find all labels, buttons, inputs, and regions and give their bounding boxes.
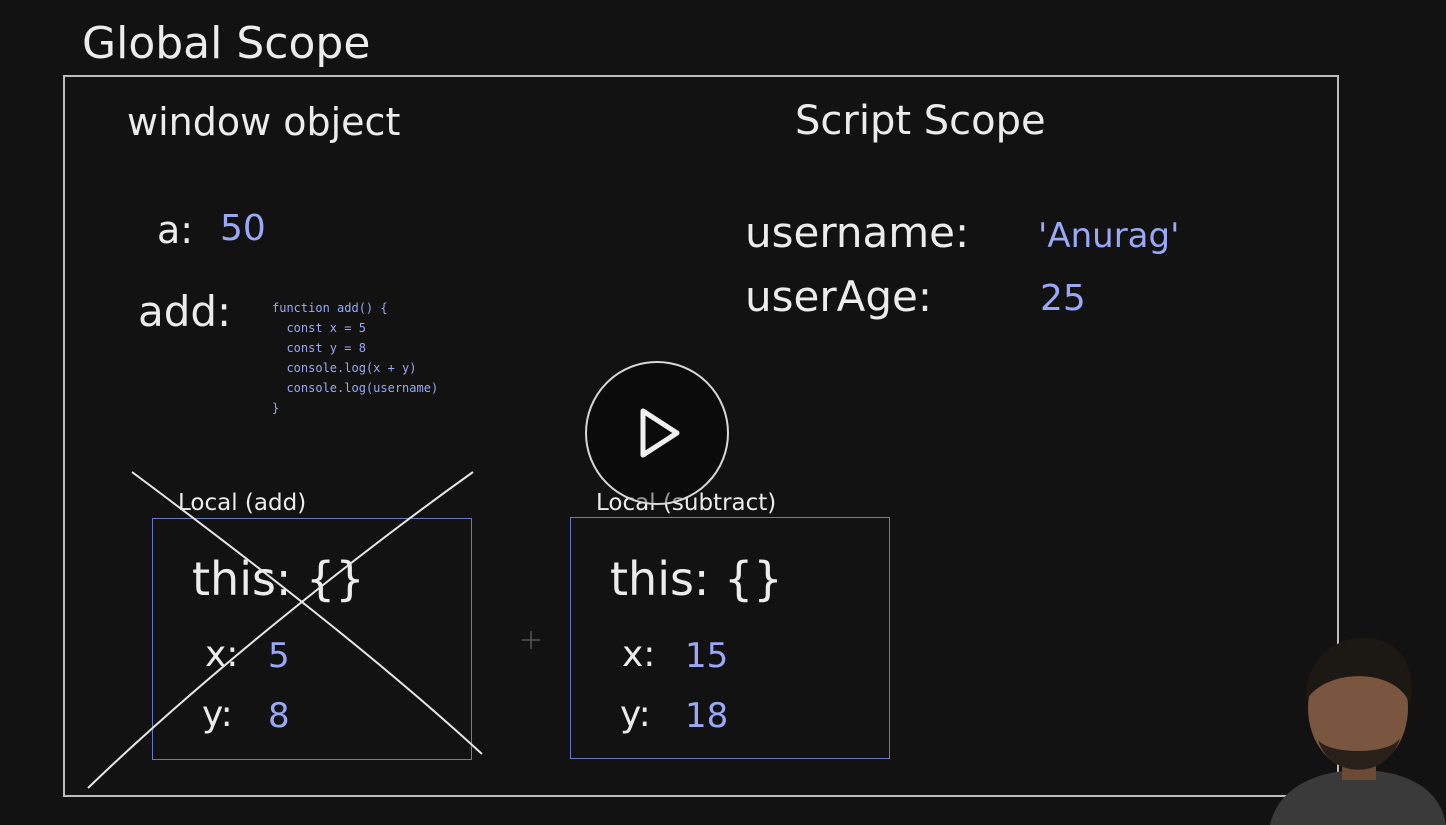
local-subtract-y-key: y:: [620, 694, 651, 735]
play-button[interactable]: [585, 361, 729, 505]
local-subtract-y-value: 18: [685, 696, 729, 736]
play-icon: [640, 408, 680, 458]
presenter-webcam: [1270, 637, 1446, 825]
local-subtract-this: this: {}: [610, 552, 783, 606]
local-subtract-x-value: 15: [685, 636, 729, 676]
local-subtract-x-key: x:: [622, 634, 656, 675]
